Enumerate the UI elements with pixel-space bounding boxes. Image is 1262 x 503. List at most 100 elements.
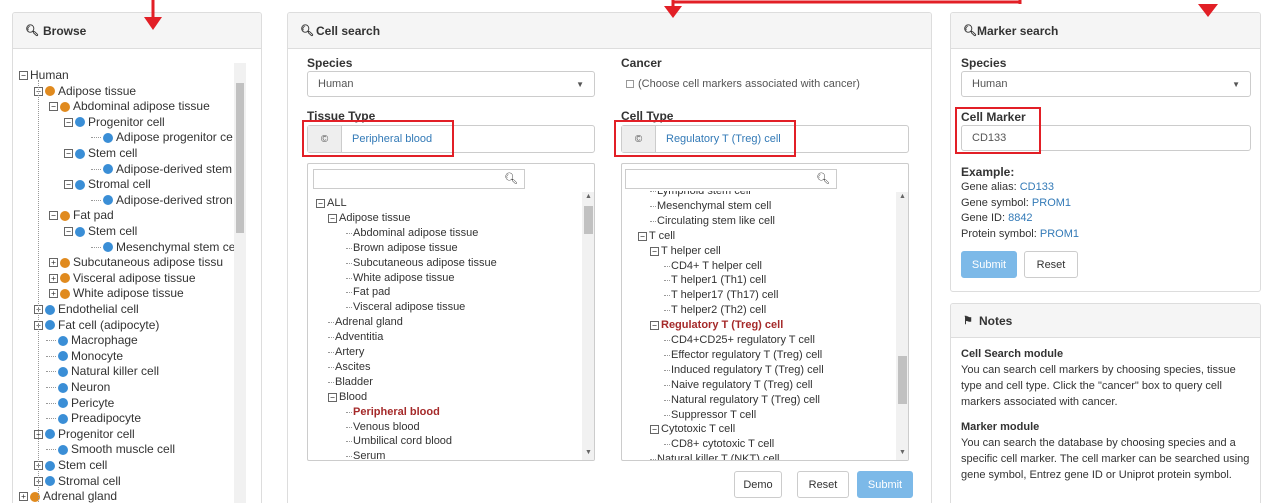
tissue-tree-node[interactable]: Bladder — [328, 375, 373, 390]
cell-tree-node[interactable]: Natural regulatory T (Treg) cell — [664, 393, 820, 408]
tree-node[interactable]: + White adipose tissue — [49, 286, 184, 301]
tissue-tree-node[interactable]: White adipose tissue — [346, 271, 455, 286]
collapse-icon[interactable]: − — [638, 231, 647, 241]
tree-node[interactable]: Smooth muscle cell — [46, 442, 175, 457]
marker-submit-button[interactable]: Submit — [961, 251, 1017, 278]
collapse-icon[interactable]: − — [49, 102, 58, 112]
cell-tree-node[interactable]: Naive regulatory T (Treg) cell — [664, 378, 813, 393]
cell-tree[interactable]: Lymphoid stem cell Mesenchymal stem cell C… — [622, 164, 892, 460]
reset-button[interactable]: Reset — [797, 471, 849, 498]
cell-tree-scrollbar[interactable] — [896, 192, 908, 460]
browse-scrollbar-thumb[interactable] — [236, 83, 244, 233]
scroll-up-icon[interactable]: ▲ — [585, 193, 592, 200]
tree-node[interactable]: Macrophage — [46, 333, 138, 348]
cell-tree-scrollbar-thumb[interactable] — [898, 356, 907, 404]
tree-node[interactable]: Preadipocyte — [46, 411, 141, 426]
tissue-tree-node[interactable]: Artery — [328, 345, 364, 360]
collapse-icon[interactable]: − — [650, 246, 659, 256]
demo-button[interactable]: Demo — [734, 471, 782, 498]
tree-node[interactable]: − Human — [19, 68, 69, 83]
scroll-down-icon[interactable]: ▼ — [899, 449, 906, 456]
tissue-tree-node[interactable]: Adrenal gland — [328, 315, 403, 330]
tree-node[interactable]: − Adipose tissue — [34, 84, 136, 99]
tissue-tree-scrollbar-thumb[interactable] — [584, 206, 593, 234]
tissue-tree-node[interactable]: Fat pad — [346, 285, 390, 300]
tissue-tree-node[interactable]: Ascites — [328, 360, 370, 375]
cell-tree-node[interactable]: Circulating stem like cell — [650, 214, 775, 229]
tree-node[interactable]: Natural killer cell — [46, 364, 159, 379]
cell-tree-node[interactable]: T helper2 (Th2) cell — [664, 303, 766, 318]
cell-tree-node[interactable]: Induced regulatory T (Treg) cell — [664, 363, 824, 378]
example-link[interactable]: PROM1 — [1032, 197, 1071, 209]
collapse-icon[interactable]: − — [19, 71, 28, 80]
expand-icon[interactable]: + — [49, 258, 58, 268]
browse-tree[interactable]: − Human − Adipose tissue − Abdominal adipose … — [13, 50, 261, 503]
tissue-tree-node[interactable]: Subcutaneous adipose tissue — [346, 256, 497, 271]
example-link[interactable]: 8842 — [1008, 212, 1032, 224]
collapse-icon[interactable]: − — [328, 213, 337, 223]
tissue-tree-node[interactable]: − Blood — [328, 390, 367, 405]
tree-node[interactable]: Mesenchymal stem ce — [91, 240, 235, 255]
collapse-icon[interactable]: − — [650, 425, 659, 435]
tissue-tree-node[interactable]: − Adipose tissue — [328, 211, 411, 226]
collapse-icon[interactable]: − — [64, 149, 73, 158]
cell-tree-node[interactable]: Effector regulatory T (Treg) cell — [664, 348, 822, 363]
tree-node[interactable]: − Progenitor cell — [64, 115, 165, 130]
tissue-tree-node[interactable]: Abdominal adipose tissue — [346, 226, 478, 241]
tree-node[interactable]: Adipose-derived stem — [91, 162, 232, 177]
tree-node[interactable]: + Endothelial cell — [34, 302, 139, 317]
cell-tree-node[interactable]: CD4+CD25+ regulatory T cell — [664, 333, 815, 348]
expand-icon[interactable]: + — [49, 273, 58, 283]
tree-node[interactable]: Adipose progenitor ce — [91, 130, 233, 145]
tissue-tree-node[interactable]: Brown adipose tissue — [346, 241, 458, 256]
scroll-up-icon[interactable]: ▲ — [899, 193, 906, 200]
collapse-icon[interactable]: − — [64, 227, 73, 236]
cell-tree-node[interactable]: − Cytotoxic T cell — [650, 422, 735, 437]
tree-node[interactable]: Monocyte — [46, 349, 123, 364]
expand-icon[interactable]: + — [19, 492, 28, 502]
cell-tree-node[interactable]: Lymphoid stem cell — [650, 191, 751, 199]
cell-tree-node[interactable]: − Regulatory T (Treg) cell — [650, 318, 783, 333]
tissue-tree-node[interactable]: Venous blood — [346, 420, 420, 435]
cell-tree-node[interactable]: Suppressor T cell — [664, 408, 756, 423]
example-link[interactable]: CD133 — [1020, 181, 1054, 193]
tissue-tree-node[interactable]: Adventitia — [328, 330, 383, 345]
cell-tree-node[interactable]: Natural killer T (NKT) cell — [650, 452, 779, 460]
cell-tree-node[interactable]: T helper1 (Th1) cell — [664, 273, 766, 288]
marker-reset-button[interactable]: Reset — [1024, 251, 1078, 278]
cell-tree-node[interactable]: CD8+ cytotoxic T cell — [664, 437, 774, 452]
cell-tree-node[interactable]: T helper17 (Th17) cell — [664, 288, 778, 303]
tree-node[interactable]: − Stromal cell — [64, 177, 151, 192]
cell-tree-node[interactable]: − T helper cell — [650, 244, 721, 259]
tree-node[interactable]: + Adrenal gland — [19, 489, 117, 503]
tissue-tree-node[interactable]: Visceral adipose tissue — [346, 300, 465, 315]
tree-node[interactable]: Neuron — [46, 380, 110, 395]
example-link[interactable]: PROM1 — [1040, 228, 1079, 240]
tree-node[interactable]: + Fat cell (adipocyte) — [34, 318, 159, 333]
tree-node[interactable]: − Fat pad — [49, 208, 114, 223]
tree-node[interactable]: + Visceral adipose tissue — [49, 271, 196, 286]
collapse-icon[interactable]: − — [49, 211, 58, 221]
cell-tree-node[interactable]: Mesenchymal stem cell — [650, 199, 771, 214]
collapse-icon[interactable]: − — [316, 199, 325, 208]
tissue-tree-node[interactable]: Peripheral blood — [346, 405, 440, 420]
tissue-tree-node[interactable]: Umbilical cord blood — [346, 434, 452, 449]
scroll-down-icon[interactable]: ▼ — [585, 449, 592, 456]
cell-tree-node[interactable]: CD4+ T helper cell — [664, 259, 762, 274]
tree-node[interactable]: + Subcutaneous adipose tissu — [49, 255, 223, 270]
submit-button[interactable]: Submit — [857, 471, 913, 498]
expand-icon[interactable]: + — [49, 289, 58, 299]
tree-node[interactable]: Adipose-derived stron — [91, 193, 233, 208]
cancer-checkbox[interactable] — [626, 80, 634, 88]
tree-node[interactable]: + Stromal cell — [34, 474, 121, 489]
tissue-tree[interactable]: − ALL − Adipose tissue Abdominal adipose tis… — [308, 164, 578, 460]
tree-node[interactable]: − Stem cell — [64, 146, 137, 161]
tissue-tree-node[interactable]: − ALL — [316, 196, 347, 211]
collapse-icon[interactable]: − — [650, 321, 659, 331]
tissue-tree-node[interactable]: Serum — [346, 449, 385, 460]
tree-node[interactable]: + Stem cell — [34, 458, 107, 473]
collapse-icon[interactable]: − — [328, 392, 337, 402]
species-select[interactable]: Human ▼ — [307, 71, 595, 97]
marker-species-select[interactable]: Human ▼ — [961, 71, 1251, 97]
tree-node[interactable]: + Progenitor cell — [34, 427, 135, 442]
